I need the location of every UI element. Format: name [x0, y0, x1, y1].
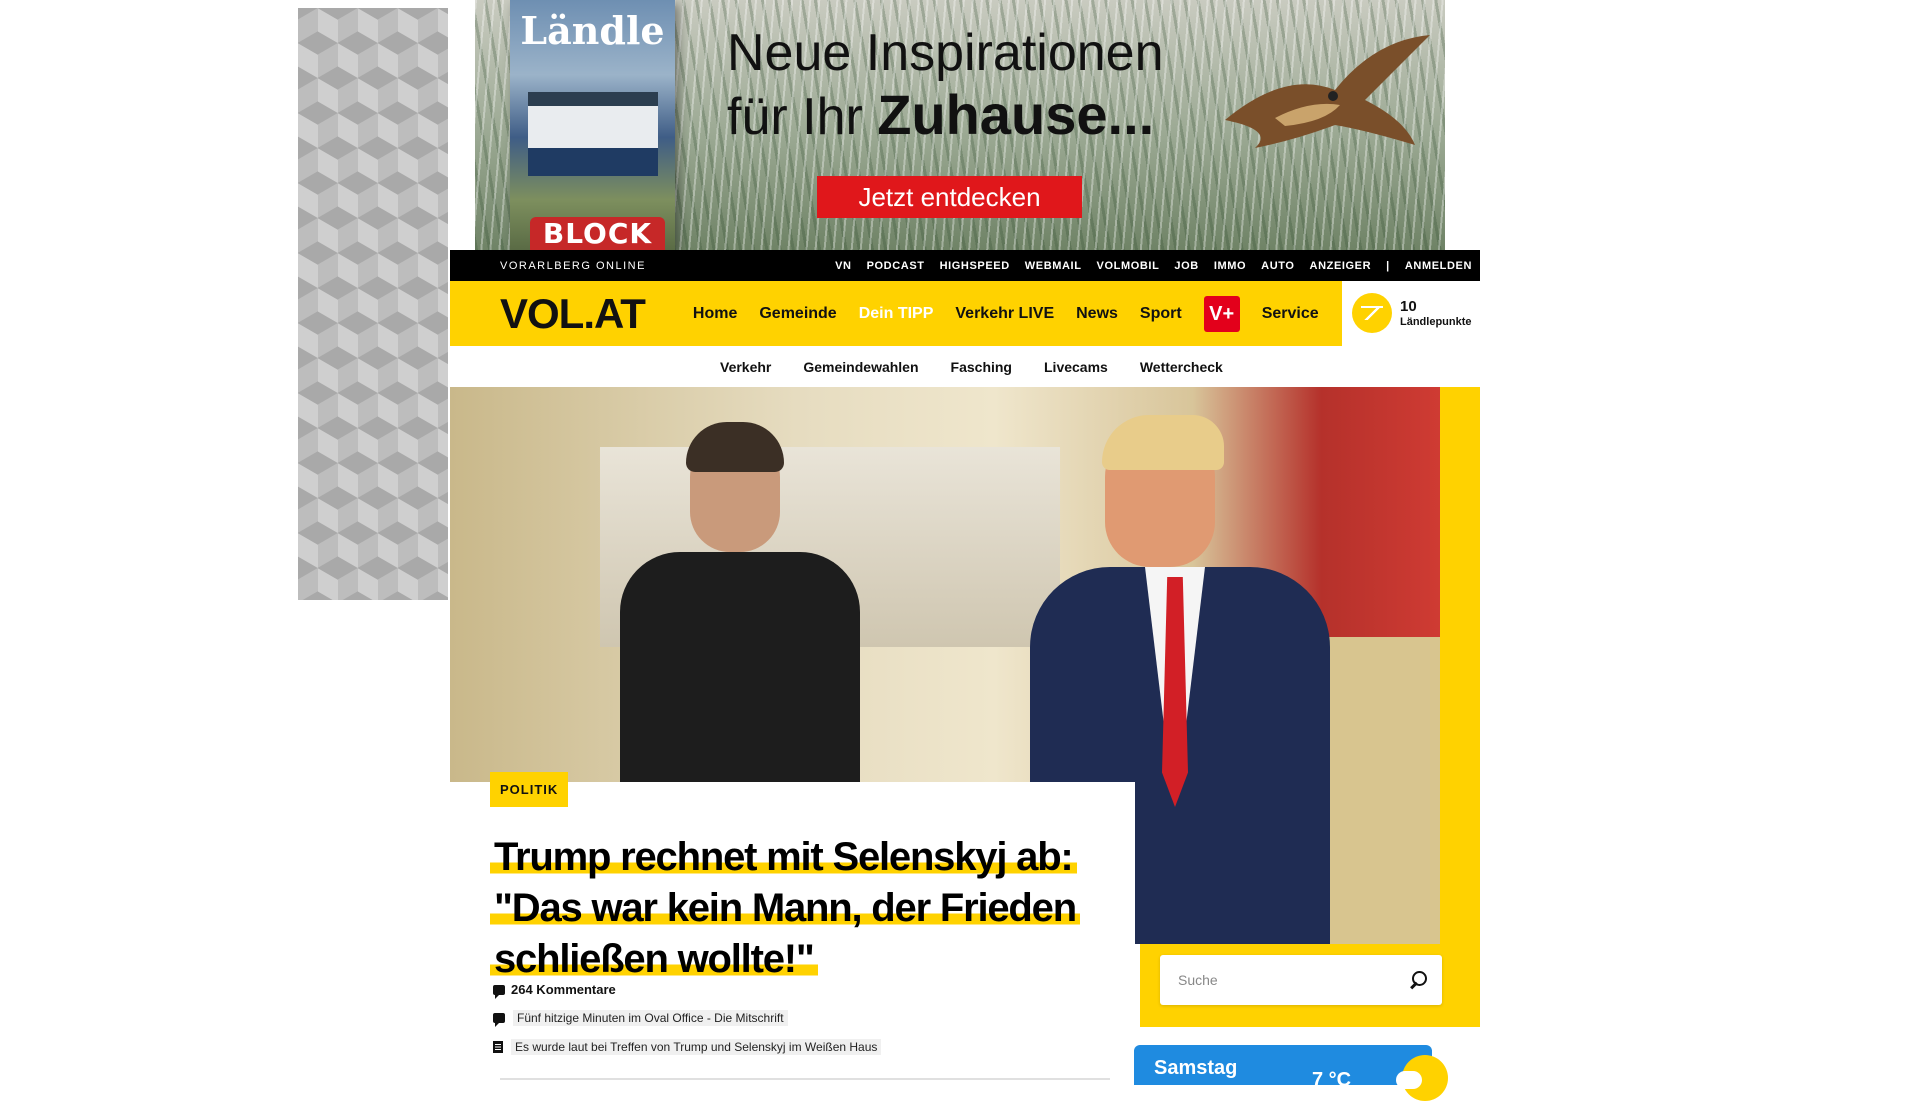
skyscraper-ad[interactable]: [298, 8, 448, 600]
login-link[interactable]: ANMELDEN: [1405, 260, 1472, 272]
weather-day: Samstag: [1154, 1057, 1238, 1079]
document-icon: [493, 1041, 503, 1053]
weather-widget[interactable]: Samstag 7 °C: [1134, 1045, 1448, 1101]
category-badge[interactable]: POLITIK: [490, 772, 569, 807]
nav-service[interactable]: Service: [1262, 305, 1319, 323]
comments-count: 264 Kommentare: [511, 982, 616, 997]
points-text: 10 Ländlepunkte: [1400, 298, 1472, 328]
top-link-vn[interactable]: VN: [835, 260, 851, 272]
ad-magazine-cover: Ländle BLOCK: [510, 0, 675, 250]
subnav-gemeindewahlen[interactable]: Gemeindewahlen: [803, 359, 918, 375]
cloud-icon: [1396, 1071, 1422, 1089]
network-brand: VORARLBERG ONLINE: [500, 259, 646, 272]
top-link-anzeiger[interactable]: ANZEIGER: [1310, 260, 1372, 272]
nav-home[interactable]: Home: [693, 305, 737, 323]
mountain-icon: [1352, 293, 1392, 333]
weather-temp: 7 °C: [1312, 1069, 1352, 1091]
subnav-verkehr[interactable]: Verkehr: [720, 359, 771, 375]
nav-sport[interactable]: Sport: [1140, 305, 1182, 323]
points-label: Ländlepunkte: [1400, 316, 1472, 328]
ad-headline: Neue Inspirationen für Ihr Zuhause...: [727, 22, 1164, 148]
sub-nav: Verkehr Gemeindewahlen Fasching Livecams…: [450, 346, 1480, 387]
top-link-job[interactable]: JOB: [1174, 260, 1198, 272]
top-link-volmobil[interactable]: VOLMOBIL: [1097, 260, 1160, 272]
nav-gemeinde[interactable]: Gemeinde: [759, 305, 836, 323]
comments-link[interactable]: 264 Kommentare: [493, 982, 616, 999]
comment-icon: [493, 984, 505, 999]
laendlepunkte-widget[interactable]: 10 Ländlepunkte: [1352, 293, 1472, 333]
comment-icon: [493, 1013, 505, 1027]
top-link-webmail[interactable]: WEBMAIL: [1025, 260, 1082, 272]
ad-headline-prefix: für Ihr: [727, 88, 878, 146]
person-right-hair: [1102, 415, 1224, 470]
ad-headline-line2: für Ihr Zuhause...: [727, 84, 1164, 148]
vplus-button[interactable]: V+: [1203, 295, 1240, 332]
top-link-auto[interactable]: AUTO: [1261, 260, 1294, 272]
search-box[interactable]: Suche: [1160, 955, 1442, 1005]
related-link[interactable]: Fünf hitzige Minuten im Oval Office - Di…: [493, 1010, 788, 1027]
top-link-podcast[interactable]: PODCAST: [867, 260, 925, 272]
site: VORARLBERG ONLINE VN PODCAST HIGHSPEED W…: [450, 250, 1480, 1101]
banner-ad[interactable]: Ländle BLOCK Neue Inspirationen für Ihr …: [475, 0, 1445, 250]
nav-news[interactable]: News: [1076, 305, 1118, 323]
article-card[interactable]: POLITIK Trump rechnet mit Selenskyj ab: …: [450, 772, 1135, 1082]
ad-headline-bold: Zuhause...: [877, 83, 1155, 146]
article-headline[interactable]: Trump rechnet mit Selenskyj ab: "Das war…: [490, 832, 1130, 985]
related-link-text: Fünf hitzige Minuten im Oval Office - Di…: [513, 1010, 788, 1026]
subnav-wettercheck[interactable]: Wettercheck: [1140, 359, 1223, 375]
headline-line: "Das war kein Mann, der Frieden: [490, 886, 1080, 930]
top-bar: VORARLBERG ONLINE VN PODCAST HIGHSPEED W…: [450, 250, 1480, 281]
ad-cta-button[interactable]: Jetzt entdecken: [817, 176, 1082, 218]
search-input[interactable]: Suche: [1178, 972, 1408, 988]
person-left-hair: [686, 422, 784, 472]
headline-line: Trump rechnet mit Selenskyj ab:: [490, 835, 1077, 879]
top-links: VN PODCAST HIGHSPEED WEBMAIL VOLMOBIL JO…: [835, 260, 1472, 272]
top-link-highspeed[interactable]: HIGHSPEED: [940, 260, 1010, 272]
points-value: 10: [1400, 298, 1417, 315]
bird-image: [1225, 35, 1430, 148]
main-nav: VOL.AT Home Gemeinde Dein TIPP Verkehr L…: [450, 281, 1480, 346]
subnav-livecams[interactable]: Livecams: [1044, 359, 1108, 375]
nav-dein-tipp[interactable]: Dein TIPP: [859, 305, 934, 323]
site-logo[interactable]: VOL.AT: [500, 290, 646, 338]
nav-items: Home Gemeinde Dein TIPP Verkehr LIVE New…: [693, 295, 1319, 332]
top-links-divider: |: [1386, 259, 1390, 272]
subnav-fasching[interactable]: Fasching: [951, 359, 1012, 375]
headline-line: schließen wollte!": [490, 937, 818, 981]
top-link-immo[interactable]: IMMO: [1214, 260, 1246, 272]
ad-headline-line1: Neue Inspirationen: [727, 24, 1164, 82]
related-link-text: Es wurde laut bei Treffen von Trump und …: [511, 1039, 882, 1055]
nav-verkehr-live[interactable]: Verkehr LIVE: [955, 305, 1054, 323]
ad-bed-image: [528, 92, 658, 176]
ad-brand-logo: BLOCK: [530, 217, 665, 250]
ad-magazine-title: Ländle: [520, 8, 665, 53]
related-link[interactable]: Es wurde laut bei Treffen von Trump und …: [493, 1039, 882, 1055]
search-icon[interactable]: [1408, 970, 1428, 990]
